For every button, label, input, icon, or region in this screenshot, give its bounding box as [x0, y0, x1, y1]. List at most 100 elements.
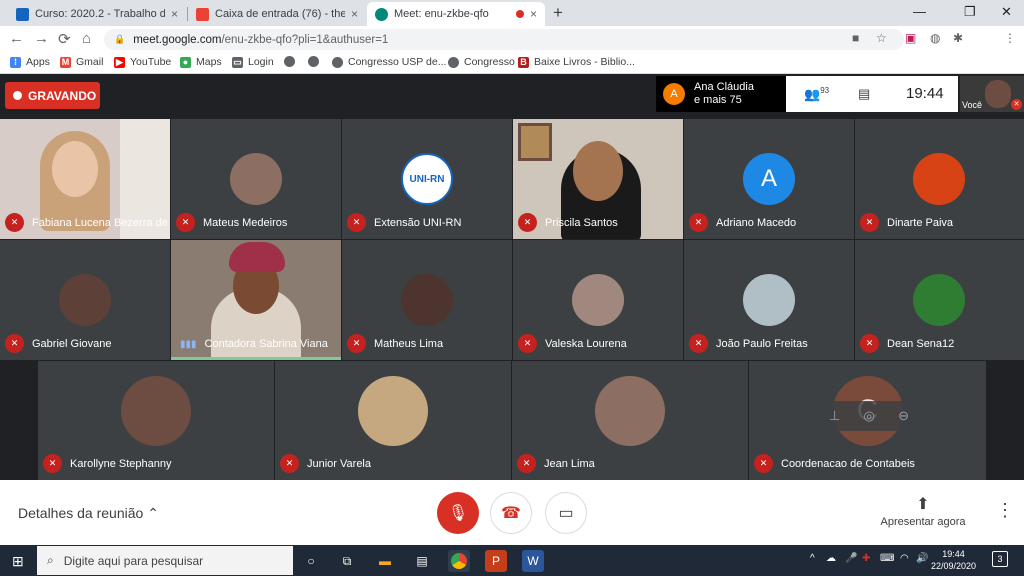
mic-off-icon: ✕ [176, 213, 195, 232]
taskbar-search[interactable]: ⌕ Digite aqui para pesquisar [37, 546, 293, 575]
extension-icon[interactable]: ▣ [905, 31, 916, 45]
chrome-icon[interactable] [448, 550, 470, 572]
keyboard-icon[interactable]: ⌨ [880, 553, 894, 564]
browser-toolbar: ← → ⟳ ⌂ 🔒 meet.google.com/enu-zkbe-qfo?p… [0, 26, 1024, 73]
maximize-button[interactable]: ❐ [964, 4, 976, 20]
bookmark-globe[interactable] [308, 56, 324, 67]
mute-icon[interactable]: ◎ [864, 408, 875, 424]
participant-tile-speaking[interactable]: ▮▮▮ Contadora Sabrina Viana [171, 240, 341, 360]
participant-tile[interactable]: ✕ Priscila Santos [513, 119, 683, 239]
camera-icon: ▭ [558, 505, 574, 522]
onedrive-icon[interactable]: ☁ [826, 553, 836, 564]
tray-chevron-icon[interactable]: ^ [810, 553, 815, 564]
word-icon[interactable]: W [522, 550, 544, 572]
windows-start-icon[interactable]: ⊞ [12, 553, 24, 570]
self-view-tile[interactable]: Você ✕ [960, 76, 1024, 112]
mic-off-icon: ✕ [43, 454, 62, 473]
participant-tile[interactable]: ✕ Dinarte Paiva [855, 119, 1024, 239]
close-icon[interactable]: × [351, 7, 358, 21]
tab-title: Meet: enu-zkbe-qfo [394, 8, 489, 20]
presenting-indicator[interactable]: A Ana Cláudia e mais 75 [656, 76, 786, 112]
participant-name: Priscila Santos [545, 216, 618, 229]
participant-tile[interactable]: UNI-RN ✕ Extensão UNI-RN [342, 119, 512, 239]
bookmark-login[interactable]: ▭ Login [232, 56, 274, 68]
participant-tile[interactable]: ✕ João Paulo Freitas [684, 240, 854, 360]
meeting-details-button[interactable]: Detalhes da reunião ⌃ [18, 505, 159, 522]
gmail-favicon-icon [196, 7, 209, 21]
taskbar-clock[interactable]: 19:44 22/09/2020 [931, 548, 976, 572]
menu-icon[interactable]: ⋮ [1004, 31, 1016, 45]
cortana-icon[interactable]: ○ [300, 550, 322, 572]
self-video [985, 80, 1011, 108]
participant-tile[interactable]: ✕ Jean Lima [512, 361, 748, 480]
task-view-icon[interactable]: ⧉ [336, 550, 358, 572]
tile-hover-controls: ⊥ ◎ ⊖ [821, 401, 917, 431]
wall-frame [518, 123, 552, 161]
tab-gmail[interactable]: Caixa de entrada (76) - thereza@ × [188, 2, 366, 26]
notification-center-icon[interactable]: 3 [992, 551, 1008, 567]
camera-toggle-button[interactable]: ▭ [545, 492, 587, 534]
volume-icon[interactable]: 🔊 [916, 553, 928, 564]
participant-label: ✕ Dean Sena12 [860, 334, 954, 353]
bookmark-youtube[interactable]: ▶ YouTube [114, 56, 171, 68]
bookmark-congresso[interactable]: Congresso [448, 56, 515, 68]
wifi-icon[interactable]: ◠ [900, 553, 909, 564]
new-tab-button[interactable]: + [553, 3, 563, 23]
address-bar[interactable]: 🔒 meet.google.com/enu-zkbe-qfo?pli=1&aut… [104, 29, 904, 50]
participant-tile[interactable]: ✕ Fabiana Lucena Bezerra de ... [0, 119, 170, 239]
tray-app-icon[interactable]: ✚ [862, 553, 870, 564]
home-icon[interactable]: ⌂ [82, 30, 91, 47]
participant-tile[interactable]: ✕ Junior Varela [275, 361, 511, 480]
participant-tile[interactable]: ✕ Mateus Medeiros [171, 119, 341, 239]
powerpoint-icon[interactable]: P [485, 550, 507, 572]
participant-tile[interactable]: C ⊥◎⊖ ✕Coordenacao de Contabeis [749, 361, 986, 480]
browser-tab-bar: Curso: 2020.2 - Trabalho de Conc × Caixa… [0, 0, 1024, 26]
camera-status-icon[interactable]: ■ [852, 31, 859, 45]
participant-name: Gabriel Giovane [32, 337, 112, 350]
participant-tile[interactable]: A ✕ Adriano Macedo [684, 119, 854, 239]
back-icon[interactable]: ← [9, 30, 24, 47]
extension-icon[interactable]: ◍ [930, 31, 940, 45]
participant-name: Coordenacao de Contabeis [781, 457, 915, 470]
store-icon[interactable]: ▤ [411, 550, 433, 572]
bookmark-gmail[interactable]: M Gmail [60, 56, 103, 68]
microphone-tray-icon[interactable]: 🎤 [845, 553, 857, 564]
participant-name: Adriano Macedo [716, 216, 797, 229]
people-count: 93 [820, 86, 830, 95]
bookmark-apps[interactable]: ⁞ Apps [10, 56, 50, 68]
participant-tile[interactable]: ✕ Valeska Lourena [513, 240, 683, 360]
tab-meet[interactable]: Meet: enu-zkbe-qfo × [367, 2, 545, 26]
file-explorer-icon[interactable]: ▬ [374, 550, 396, 572]
participant-tile[interactable]: ✕ Matheus Lima [342, 240, 512, 360]
participant-tile[interactable]: ✕ Dean Sena12 [855, 240, 1024, 360]
close-icon[interactable]: × [530, 7, 537, 21]
bookmark-congresso-usp[interactable]: Congresso USP de... [332, 56, 446, 68]
bookmark-globe[interactable] [284, 56, 300, 67]
microphone-toggle-button[interactable]: 🎙 [437, 492, 479, 534]
star-icon[interactable]: ☆ [876, 31, 887, 45]
leave-call-button[interactable]: ☎ [490, 492, 532, 534]
mic-off-icon: ✕ [1011, 99, 1022, 110]
more-options-icon[interactable]: ⋮ [996, 500, 1014, 521]
minimize-button[interactable]: — [913, 4, 926, 19]
tab-course[interactable]: Curso: 2020.2 - Trabalho de Conc × [8, 2, 186, 26]
bookmark-maps[interactable]: ● Maps [180, 56, 222, 68]
participant-name: Junior Varela [307, 457, 371, 470]
participant-tile[interactable]: ✕ Gabriel Giovane [0, 240, 170, 360]
url-host: meet.google.com [133, 33, 222, 46]
bookmark-baixe-livros[interactable]: B Baixe Livros - Biblio... [518, 56, 635, 68]
present-now-button[interactable]: ⬆ Apresentar agora [880, 494, 966, 528]
forward-icon[interactable]: → [34, 30, 49, 47]
present-screen-icon: ⬆ [916, 496, 930, 513]
remove-icon[interactable]: ⊖ [898, 408, 909, 424]
close-window-button[interactable]: ✕ [1001, 4, 1012, 20]
reload-icon[interactable]: ⟳ [58, 30, 71, 48]
people-button[interactable]: 👥93 [804, 86, 829, 102]
pin-icon[interactable]: ⊥ [829, 408, 840, 424]
chat-icon[interactable]: ▤ [858, 86, 870, 102]
close-icon[interactable]: × [171, 7, 178, 21]
puzzle-icon[interactable]: ✱ [953, 31, 963, 45]
participant-tile[interactable]: ✕ Karollyne Stephanny [38, 361, 274, 480]
search-icon: ⌕ [47, 553, 54, 567]
participant-avatar [401, 274, 453, 326]
